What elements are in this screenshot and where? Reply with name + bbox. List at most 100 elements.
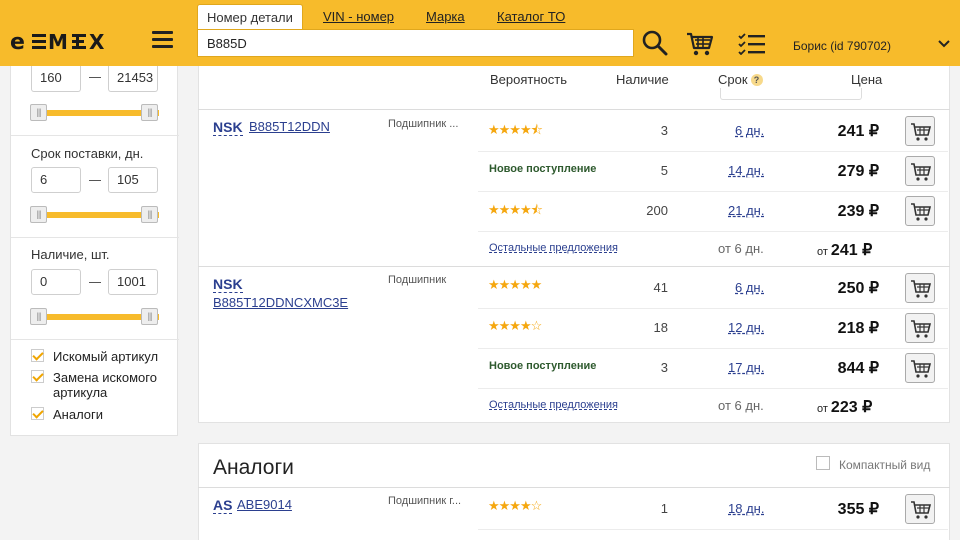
delivery-min-input[interactable]: 6 — [31, 167, 81, 193]
offer-days-link[interactable]: 12 дн. — [728, 320, 764, 335]
col-term[interactable]: Срок? — [718, 72, 763, 87]
stock-slider-min-handle[interactable]: ||| — [30, 308, 47, 325]
offer-days-link[interactable]: 18 дн. — [728, 501, 764, 516]
rating-stars: ★★★★⯪ — [488, 202, 543, 217]
part-number-link[interactable]: B885T12DDNCXMC3E — [213, 295, 348, 311]
add-to-cart-button[interactable] — [905, 273, 935, 303]
part-description: Подшипник ... — [388, 118, 459, 130]
divider — [11, 339, 179, 340]
add-to-cart-button[interactable] — [905, 494, 935, 524]
from-prefix: от — [817, 403, 828, 415]
offer-days-link[interactable]: 6 дн. — [735, 123, 764, 138]
chevron-down-icon[interactable] — [938, 39, 950, 49]
stock-filter-title: Наличие, шт. — [31, 247, 110, 262]
offer-days-link[interactable]: 14 дн. — [728, 163, 764, 178]
search-input[interactable] — [197, 29, 634, 57]
checkbox-target-article[interactable] — [31, 349, 44, 362]
add-to-cart-button[interactable] — [905, 196, 935, 226]
add-to-cart-button[interactable] — [905, 156, 935, 186]
col-stock[interactable]: Наличие — [616, 72, 669, 87]
sort-dropdown[interactable] — [720, 88, 862, 100]
row-divider — [478, 231, 948, 232]
checklist-icon[interactable] — [738, 33, 766, 55]
offer-price: 279 ₽ — [837, 163, 879, 180]
compact-view-checkbox[interactable] — [816, 456, 830, 470]
part-description: Подшипник г... — [388, 495, 462, 507]
svg-text:M: M — [48, 30, 75, 52]
rating-stars: ★★★★☆ — [488, 318, 542, 333]
offer-price: 250 ₽ — [837, 280, 879, 297]
offer-stock: 3 — [660, 360, 668, 375]
add-to-cart-button[interactable] — [905, 353, 935, 383]
from-prefix: от — [817, 246, 828, 258]
price-min-input[interactable]: 160 — [31, 66, 81, 92]
part-number-link[interactable]: B885T12DDN — [249, 119, 330, 135]
help-icon[interactable]: ? — [750, 74, 763, 86]
menu-icon[interactable] — [152, 31, 173, 49]
checkbox-analogs[interactable] — [31, 407, 44, 420]
from-days: от 6 дн. — [718, 398, 764, 413]
emex-logo-mark: e M X — [10, 30, 108, 55]
offer-price: 218 ₽ — [837, 320, 879, 337]
add-to-cart-button[interactable] — [905, 116, 935, 146]
col-term-label: Срок — [718, 72, 748, 87]
cart-icon — [911, 163, 932, 181]
offer-price: 355 ₽ — [837, 501, 879, 518]
divider — [11, 135, 179, 136]
group-divider — [198, 266, 950, 267]
stock-min-input[interactable]: 0 — [31, 269, 81, 295]
rating-stars: ★★★★☆ — [488, 498, 542, 513]
price-slider-max-handle[interactable]: ||| — [141, 104, 158, 121]
price-max-input[interactable]: 21453 — [108, 66, 158, 92]
tab-part-number[interactable]: Номер детали — [197, 4, 303, 30]
price-slider-min-handle[interactable]: ||| — [30, 104, 47, 121]
checkbox-analogs-label: Аналоги — [53, 407, 104, 422]
svg-text:e: e — [10, 30, 33, 52]
checkbox-replacement-label: Замена искомого артикула — [53, 370, 157, 400]
checkbox-replacement[interactable] — [31, 370, 44, 383]
stock-slider-max-handle[interactable]: ||| — [141, 308, 158, 325]
cart-icon — [911, 280, 932, 298]
offer-stock: 200 — [646, 203, 668, 218]
offer-stock: 41 — [653, 280, 668, 295]
svg-text:X: X — [89, 30, 108, 52]
offer-stock: 5 — [660, 163, 668, 178]
col-price[interactable]: Цена — [851, 72, 882, 87]
offer-price: 241 ₽ — [837, 123, 879, 140]
offer-price: 239 ₽ — [837, 203, 879, 220]
tab-vin[interactable]: VIN - номер — [323, 4, 394, 30]
tab-brand[interactable]: Марка — [426, 4, 465, 30]
tab-maintenance-catalog[interactable]: Каталог ТО — [497, 4, 565, 30]
emex-logo[interactable]: e M X — [10, 30, 108, 58]
offer-stock: 3 — [660, 123, 668, 138]
user-account[interactable]: Борис (id 790702) — [793, 39, 891, 53]
cart-icon — [911, 320, 932, 338]
col-probability[interactable]: Вероятность — [490, 72, 567, 87]
delivery-max-input[interactable]: 105 — [108, 167, 158, 193]
delivery-slider-min-handle[interactable]: ||| — [30, 206, 47, 223]
offer-days-link[interactable]: 6 дн. — [735, 280, 764, 295]
brand-link[interactable]: NSK — [213, 119, 243, 136]
add-to-cart-button[interactable] — [905, 313, 935, 343]
rating-stars: ★★★★★ — [488, 277, 542, 292]
offer-days-link[interactable]: 21 дн. — [728, 203, 764, 218]
search-icon[interactable] — [642, 30, 668, 56]
other-offers-link[interactable]: Остальные предложения — [489, 399, 618, 411]
cart-icon[interactable] — [686, 31, 714, 57]
range-dash — [89, 282, 101, 283]
brand-link[interactable]: AS — [213, 497, 233, 514]
part-number-link[interactable]: ABE9014 — [237, 497, 292, 513]
row-divider — [478, 529, 948, 530]
from-price: от 223 ₽ — [817, 397, 872, 417]
cart-icon — [911, 501, 932, 519]
stock-max-input[interactable]: 1001 — [108, 269, 158, 295]
delivery-filter-title: Срок поставки, дн. — [31, 146, 144, 161]
brand-link[interactable]: NSK — [213, 276, 243, 293]
part-description: Подшипник — [388, 274, 447, 286]
cart-icon — [911, 203, 932, 221]
offer-days-link[interactable]: 17 дн. — [728, 360, 764, 375]
other-offers-link[interactable]: Остальные предложения — [489, 242, 618, 254]
from-price: от 241 ₽ — [817, 240, 872, 260]
analogs-card — [198, 443, 950, 540]
delivery-slider-max-handle[interactable]: ||| — [141, 206, 158, 223]
